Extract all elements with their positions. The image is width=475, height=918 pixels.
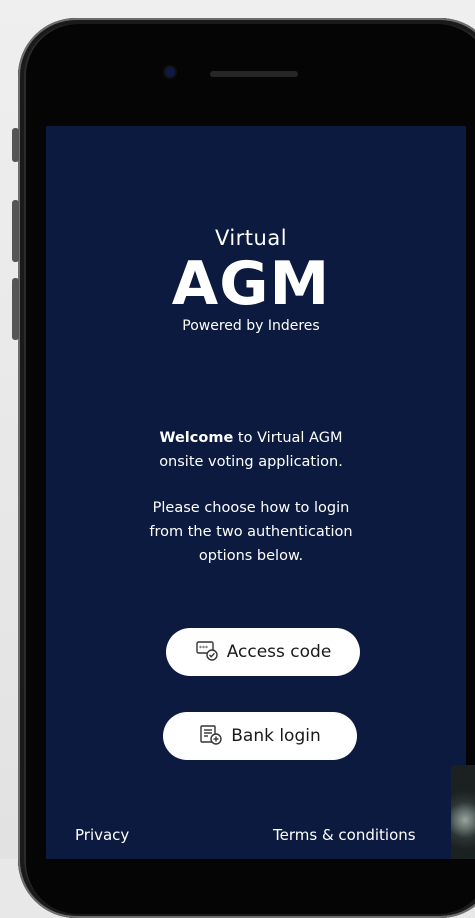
bank-login-icon [199,722,223,751]
welcome-message: Welcome to Virtual AGM onsite voting app… [46,426,456,474]
volume-up-button [12,200,19,262]
logo-powered-by: Powered by Inderes [182,318,320,334]
logo-virtual-text: Virtual [214,226,288,250]
bank-login-button[interactable]: Bank login [163,712,357,760]
welcome-rest: to Virtual AGM [233,430,343,446]
privacy-link[interactable]: Privacy [75,826,129,844]
welcome-line2: onsite voting application. [159,454,343,470]
svg-text:***: *** [199,645,208,652]
welcome-bold: Welcome [159,430,234,446]
app-screen: Virtual AGM Powered by Inderes Welcome t… [46,126,466,859]
mute-switch [12,128,19,162]
volume-down-button [12,278,19,340]
login-instructions: Please choose how to login from the two … [46,496,456,568]
instructions-line2: from the two authentication [149,524,353,540]
earpiece-speaker [210,71,298,77]
logo-agm-text: AGM [171,249,331,319]
terms-link[interactable]: Terms & conditions [273,826,416,844]
access-code-icon: *** [195,638,219,667]
front-camera [165,67,175,77]
bank-login-label: Bank login [231,726,321,746]
access-code-label: Access code [226,642,332,662]
instructions-line3: options below. [198,548,304,564]
background-thumbnail [451,765,475,859]
access-code-button[interactable]: *** Access code [166,628,360,676]
instructions-line1: Please choose how to login [152,500,350,516]
